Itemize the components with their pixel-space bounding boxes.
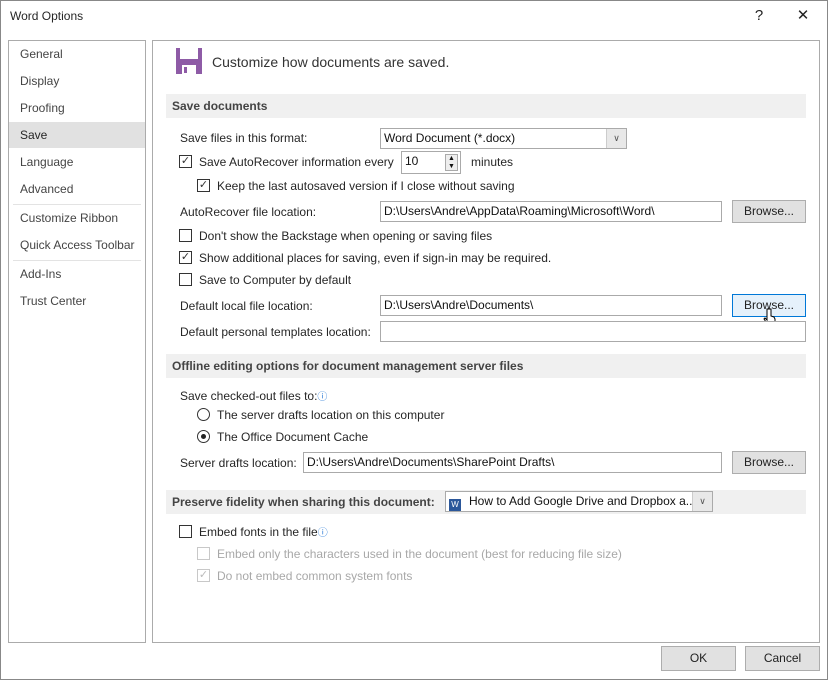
minutes-label: minutes xyxy=(471,155,514,169)
spinner-arrows-icon[interactable]: ▲ ▼ xyxy=(445,154,458,171)
help-button[interactable]: ? xyxy=(744,4,774,28)
sidebar-item-proofing[interactable]: Proofing xyxy=(9,95,145,121)
close-button[interactable]: ✕ xyxy=(788,4,818,28)
keep-autosaved-label: Keep the last autosaved version if I clo… xyxy=(217,179,515,193)
templates-location-label: Default personal templates location: xyxy=(180,325,371,339)
autorecover-location-input[interactable]: D:\Users\Andre\AppData\Roaming\Microsoft… xyxy=(380,201,722,222)
sidebar-item-general[interactable]: General xyxy=(9,41,145,67)
ok-button[interactable]: OK xyxy=(661,646,736,671)
sidebar: General Display Proofing Save Language A… xyxy=(8,40,146,643)
minutes-value: 10 xyxy=(405,154,419,168)
no-common-fonts-checkbox[interactable]: ✓ xyxy=(197,569,210,582)
additional-places-checkbox[interactable]: ✓ xyxy=(179,251,192,264)
autorecover-location-label: AutoRecover file location: xyxy=(180,205,317,219)
templates-location-input[interactable] xyxy=(380,321,806,342)
save-to-computer-label: Save to Computer by default xyxy=(199,273,352,287)
office-cache-radio[interactable] xyxy=(197,430,210,443)
browse-autorecover-button[interactable]: Browse... xyxy=(732,200,806,223)
browse-drafts-button[interactable]: Browse... xyxy=(732,451,806,474)
no-common-fonts-label: Do not embed common system fonts xyxy=(217,569,413,583)
embed-characters-label: Embed only the characters used in the do… xyxy=(217,547,622,561)
page-heading: Customize how documents are saved. xyxy=(212,54,450,70)
checked-out-label: Save checked-out files to:ⓘ xyxy=(180,388,327,406)
info-icon: ⓘ xyxy=(317,392,328,403)
format-label: Save files in this format: xyxy=(180,131,308,145)
sidebar-item-advanced[interactable]: Advanced xyxy=(9,176,145,202)
word-document-icon: W xyxy=(449,499,461,511)
chevron-down-icon: ∨ xyxy=(692,492,712,511)
sidebar-item-trust-center[interactable]: Trust Center xyxy=(9,288,145,314)
sidebar-item-add-ins[interactable]: Add-Ins xyxy=(9,261,145,287)
info-icon: ⓘ xyxy=(317,528,328,539)
drafts-location-label: Server drafts location: xyxy=(180,456,297,470)
autorecover-label: Save AutoRecover information every xyxy=(199,155,394,169)
section-save-documents: Save documents xyxy=(166,94,806,118)
window-title: Word Options xyxy=(10,9,84,23)
sidebar-item-customize-ribbon[interactable]: Customize Ribbon xyxy=(9,205,145,231)
server-drafts-label: The server drafts location on this compu… xyxy=(217,408,445,422)
format-select[interactable]: Word Document (*.docx) ∨ xyxy=(380,128,627,149)
chevron-down-icon: ∨ xyxy=(606,129,626,148)
drafts-location-input[interactable]: D:\Users\Andre\Documents\SharePoint Draf… xyxy=(303,452,722,473)
sidebar-item-display[interactable]: Display xyxy=(9,68,145,94)
save-to-computer-checkbox[interactable] xyxy=(179,273,192,286)
embed-fonts-text: Embed fonts in the file xyxy=(199,525,318,539)
local-location-input[interactable]: D:\Users\Andre\Documents\ xyxy=(380,295,722,316)
section-offline-editing: Offline editing options for document man… xyxy=(166,354,806,378)
fidelity-document-value: How to Add Google Drive and Dropbox a... xyxy=(469,494,696,508)
additional-places-label: Show additional places for saving, even … xyxy=(199,251,552,265)
floppy-disk-icon xyxy=(176,48,202,74)
keep-autosaved-checkbox[interactable]: ✓ xyxy=(197,179,210,192)
server-drafts-radio[interactable] xyxy=(197,408,210,421)
office-cache-label: The Office Document Cache xyxy=(217,430,369,444)
sidebar-item-quick-access-toolbar[interactable]: Quick Access Toolbar xyxy=(9,232,145,258)
autorecover-minutes-stepper[interactable]: 10 ▲ ▼ xyxy=(401,151,461,174)
autorecover-checkbox[interactable]: ✓ xyxy=(179,155,192,168)
sidebar-item-language[interactable]: Language xyxy=(9,149,145,175)
format-value: Word Document (*.docx) xyxy=(384,131,516,145)
fidelity-document-select[interactable]: W How to Add Google Drive and Dropbox a..… xyxy=(445,491,713,512)
local-location-label: Default local file location: xyxy=(180,299,313,313)
embed-characters-checkbox[interactable] xyxy=(197,547,210,560)
backstage-checkbox[interactable] xyxy=(179,229,192,242)
backstage-label: Don't show the Backstage when opening or… xyxy=(199,229,493,243)
embed-fonts-label: Embed fonts in the fileⓘ xyxy=(199,524,328,542)
cancel-button[interactable]: Cancel xyxy=(745,646,820,671)
checked-out-text: Save checked-out files to: xyxy=(180,389,318,403)
embed-fonts-checkbox[interactable] xyxy=(179,525,192,538)
sidebar-item-save[interactable]: Save xyxy=(9,122,145,148)
